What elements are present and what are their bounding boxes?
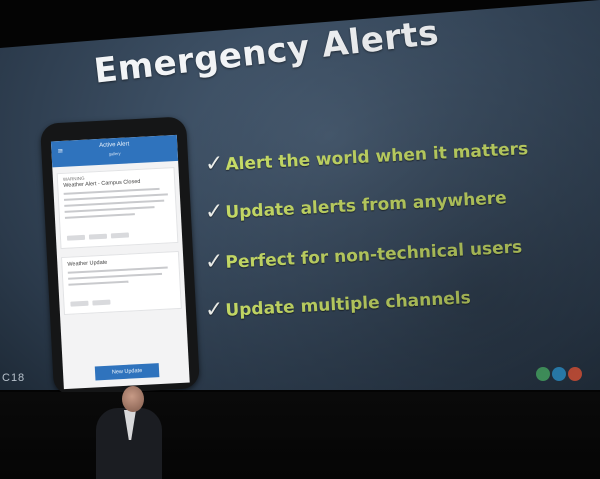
- text-line: [64, 213, 135, 219]
- update-card: Weather Update: [60, 250, 182, 316]
- checkmark-icon: ✓: [204, 151, 225, 177]
- slide-title: Emergency Alerts: [92, 12, 441, 92]
- tag-chip: [92, 299, 111, 306]
- photo-scene: Emergency Alerts ✓Alert the world when i…: [0, 0, 600, 479]
- checkmark-icon: ✓: [204, 199, 225, 225]
- bullet-text: Perfect for non-technical users: [224, 237, 523, 273]
- bullet-text: Alert the world when it matters: [224, 139, 529, 175]
- new-update-button: New Update: [94, 363, 160, 381]
- checkmark-icon: ✓: [204, 249, 225, 275]
- logo-dot-red: [568, 367, 582, 381]
- update-title: Weather Update: [67, 259, 108, 268]
- bullet-item: ✓Perfect for non-technical users: [204, 233, 522, 275]
- bullet-item: ✓Alert the world when it matters: [204, 135, 528, 177]
- tag-chip: [88, 233, 108, 240]
- speaker-head: [122, 386, 144, 412]
- checkmark-icon: ✓: [204, 297, 225, 323]
- tag-chip: [70, 300, 89, 307]
- tag-chip: [110, 232, 130, 239]
- logo-dot-blue: [552, 367, 566, 381]
- bullet-item: ✓Update multiple channels: [204, 284, 471, 323]
- slide-code: C18: [2, 372, 26, 384]
- text-line: [68, 280, 129, 286]
- bullet-item: ✓Update alerts from anywhere: [204, 184, 507, 225]
- phone-screen: ≡ Active Alert gallery WARNING Weather A…: [50, 134, 190, 390]
- text-line: [68, 272, 163, 280]
- logo: [536, 367, 592, 383]
- bullet-text: Update multiple channels: [224, 288, 472, 321]
- logo-dot-green: [536, 367, 550, 381]
- alert-card: WARNING Weather Alert - Campus Closed: [56, 167, 179, 250]
- app-bar: ≡ Active Alert gallery: [50, 134, 179, 168]
- text-line: [64, 206, 155, 213]
- tag-chip: [66, 234, 86, 241]
- stage-floor: [0, 392, 600, 479]
- phone-mockup: ≡ Active Alert gallery WARNING Weather A…: [40, 116, 201, 396]
- bullet-text: Update alerts from anywhere: [224, 188, 508, 223]
